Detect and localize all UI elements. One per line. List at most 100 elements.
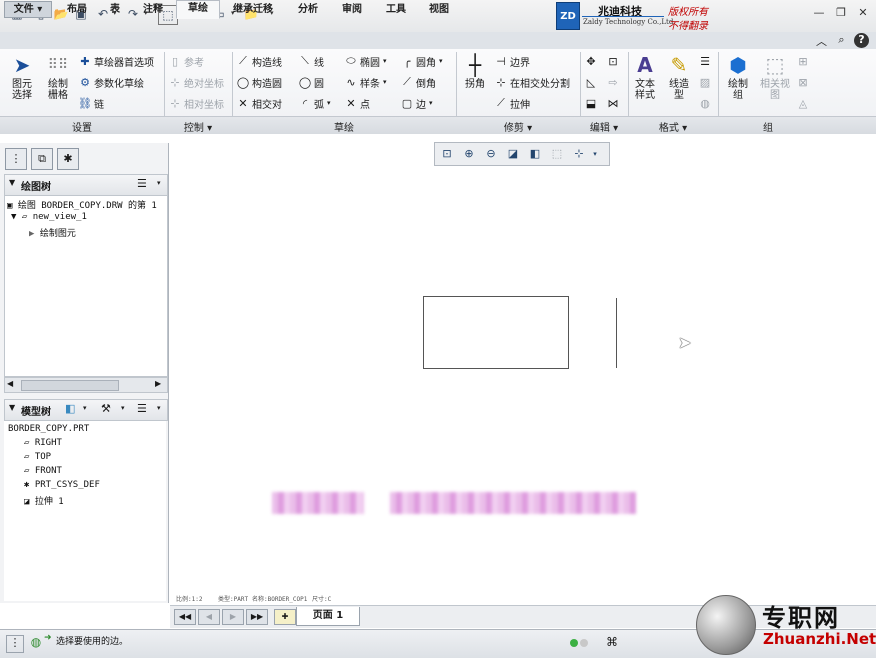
scale-icon[interactable]: ⬓ [584,95,600,111]
find-icon[interactable]: ⌘ [604,635,620,651]
relative-coordinates-button[interactable]: ⊹ 相对坐标 [168,95,224,111]
tools-icon[interactable]: ⚒ [101,402,111,415]
corner-button[interactable]: ┼ 拐角 [460,53,490,90]
tree-item-datum-plane[interactable]: ▱ RIGHT [24,438,62,448]
show-navigator-icon[interactable]: ⋮ [6,635,24,653]
horizontal-scrollbar[interactable]: ◀ ▶ [4,377,168,393]
group-tool-icon-3[interactable]: ◬ [796,95,812,111]
crop-icon[interactable]: ⊡ [606,53,622,69]
tree-item-extrude[interactable]: ◪ 拉伸 1 [24,494,64,507]
hatch-icon[interactable]: ▨ [698,74,714,90]
line-pattern-icon[interactable]: ☰ [698,53,714,69]
arc-dropdown-icon[interactable]: ▾ [327,99,331,107]
stretch-button[interactable]: ⟋ 拉伸 [494,95,530,111]
tab-sketch[interactable]: 草绘 [176,0,220,19]
close-icon[interactable]: ✕ [854,6,872,22]
point-button[interactable]: ✕ 点 [344,95,370,111]
sketch-rectangle[interactable] [423,296,569,369]
tree-settings-dropdown-icon[interactable]: ▾ [157,404,161,412]
page-tab[interactable]: 页面 1 [296,607,360,626]
repaint-icon[interactable]: ◪ [505,146,521,162]
tab-view[interactable]: 视图 [420,1,458,18]
tab-tools[interactable]: 工具 [376,1,416,18]
group-label-control[interactable]: 控制 ▾ [164,119,232,134]
line-button[interactable]: ⟍ 线 [298,53,324,69]
tree-item-csys[interactable]: ✱ PRT_CSYS_DEF [24,480,100,490]
last-page-icon[interactable]: ▶▶ [246,609,268,625]
display-style-icon[interactable]: ◧ [527,146,543,162]
boundary-button[interactable]: ⊣ 边界 [494,53,530,69]
chain-button[interactable]: ⛓ 链 [78,95,104,111]
intersect-pair-button[interactable]: ✕ 相交对 [236,95,282,111]
tree-settings-dropdown-icon[interactable]: ▾ [157,179,161,187]
tree-item-datum-plane[interactable]: ▱ TOP [24,452,51,462]
tab-analysis[interactable]: 分析 [288,1,328,18]
tree-settings-icon[interactable]: ☰ [137,177,147,190]
group-label-edit[interactable]: 编辑 ▾ [580,119,628,134]
next-page-icon[interactable]: ▶ [222,609,244,625]
spline-button[interactable]: ∿ 样条 ▾ [344,74,387,90]
ellipse-dropdown-icon[interactable]: ▾ [383,57,387,65]
divide-at-intersection-button[interactable]: ⊹ 在相交处分割 [494,74,570,90]
construction-line-button[interactable]: ⟋ 构造线 [236,53,282,69]
draw-group-button[interactable]: ⬢ 绘制 组 [722,53,754,101]
group-tool-icon-1[interactable]: ⊞ [796,53,812,69]
tree-item-draft-entities[interactable]: ▶ 绘制图元 [29,226,76,239]
datum-dropdown-icon[interactable]: ▾ [587,146,603,162]
tools-dropdown-icon[interactable]: ▾ [121,404,125,412]
datum-display-icon[interactable]: ⊹ [571,146,587,162]
reference-button[interactable]: ▯ 参考 [168,53,204,69]
tree-tab-icon[interactable]: ⋮ [5,148,27,170]
scroll-thumb[interactable] [21,380,119,391]
fillet-dropdown-icon[interactable]: ▾ [439,57,443,65]
rotate-icon[interactable]: ◺ [584,74,600,90]
edge-dropdown-icon[interactable]: ▾ [429,99,433,107]
new-page-icon[interactable]: ✚ [274,609,296,625]
absolute-coordinates-button[interactable]: ⊹ 绝对坐标 [168,74,224,90]
collapse-icon[interactable]: ▼ [9,178,15,187]
group-tool-icon-2[interactable]: ⊠ [796,74,812,90]
fillet-button[interactable]: ╭ 圆角 ▾ [400,53,443,69]
tab-review[interactable]: 审阅 [332,1,372,18]
collapse-icon[interactable]: ▼ [9,403,15,412]
help-icon[interactable]: ? [854,33,869,48]
text-style-button[interactable]: A 文本 样式 [630,53,660,101]
line-style-button[interactable]: ✎ 线造 型 [664,53,694,101]
ellipse-button[interactable]: ⬭ 椭圆 ▾ [344,53,387,69]
circle-button[interactable]: ◯ 圆 [298,74,324,90]
arc-button[interactable]: ◜ 弧 ▾ [298,95,331,111]
select-button[interactable]: ➤ 图元 选择 [6,53,38,101]
mirror-icon[interactable]: ⋈ [606,95,622,111]
model-display-dropdown-icon[interactable]: ▾ [83,404,87,412]
zoom-out-icon[interactable]: ⊖ [483,146,499,162]
group-label-format[interactable]: 格式 ▾ [628,119,718,134]
model-display-icon[interactable]: ◧ [65,402,75,415]
spline-dropdown-icon[interactable]: ▾ [383,78,387,86]
edge-button[interactable]: ▢ 边 ▾ [400,95,433,111]
restore-icon[interactable]: ❐ [832,6,850,22]
parametric-sketch-button[interactable]: ⚙ 参数化草绘 [78,74,144,90]
draw-grid-button[interactable]: ⠿⠿ 绘制 栅格 [42,53,74,101]
construction-circle-button[interactable]: ◯ 构造圆 [236,74,282,90]
tab-table[interactable]: 表 [100,1,130,18]
expand-icon[interactable]: ▼ [11,212,16,222]
move-icon[interactable]: ✥ [584,53,600,69]
saved-views-icon[interactable]: ⬚ [549,146,565,162]
search-icon[interactable]: ⌕ [834,33,849,48]
tree-item-part[interactable]: BORDER_COPY.PRT [8,424,89,434]
collapse-ribbon-icon[interactable]: ︿ [814,33,829,48]
sketcher-preferences-button[interactable]: ✚ 草绘器首选项 [78,53,154,69]
group-label-trim[interactable]: 修剪 ▾ [456,119,580,134]
tab-file[interactable]: 文件 ▾ [4,1,52,18]
tab-legacy-migration[interactable]: 继承迁移 [222,1,284,18]
folder-tab-icon[interactable]: ⧉ [31,148,53,170]
tree-item-datum-plane[interactable]: ▱ FRONT [24,466,62,476]
tree-item-drawing[interactable]: ▣ 绘图 BORDER_COPY.DRW 的第 1 [7,198,157,211]
chamfer-button[interactable]: ⟋ 倒角 [400,74,436,90]
scroll-right-icon[interactable]: ▶ [155,379,161,388]
previous-page-icon[interactable]: ◀ [198,609,220,625]
related-view-button[interactable]: ⬚ 相关视 图 [758,53,792,101]
minimize-icon[interactable]: — [810,6,828,22]
expand-icon[interactable]: ▶ [29,229,34,239]
browser-icon[interactable]: ◍ [28,635,44,651]
